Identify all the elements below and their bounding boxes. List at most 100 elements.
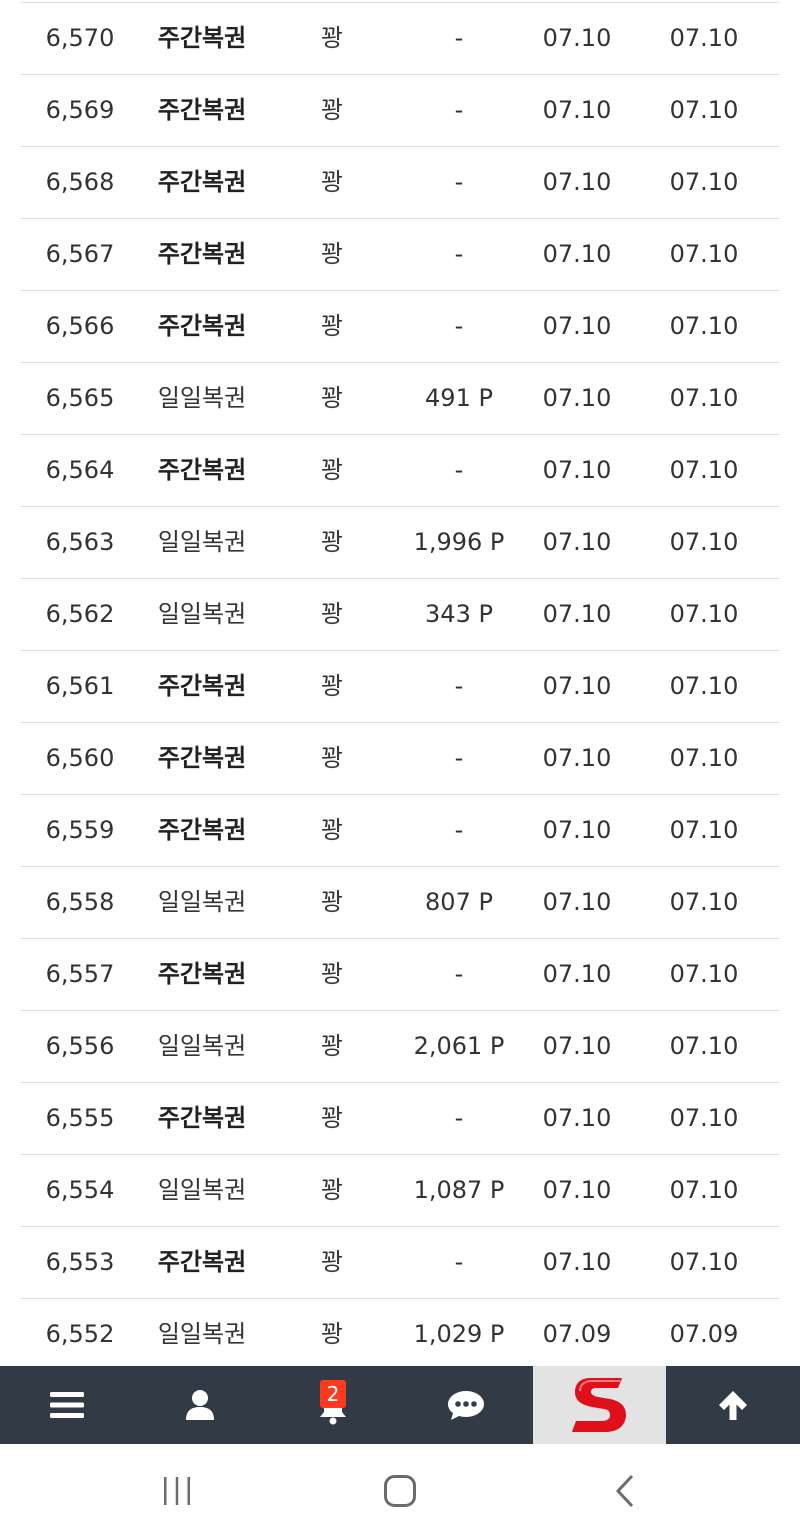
system-navigation-bar: [0, 1444, 800, 1538]
draw-date: 07.10: [669, 168, 739, 196]
scroll-to-top-button[interactable]: [666, 1366, 800, 1444]
lottery-type: 주간복권: [157, 168, 247, 196]
table-row: 6,553 주간복권 꽝 - 07.10 07.10: [20, 1227, 780, 1299]
draw-result: 꽝: [320, 1320, 344, 1348]
table-row: 6,562 일일복권 꽝 343 P 07.10 07.10: [20, 579, 780, 651]
lottery-type: 일일복권: [157, 1176, 247, 1204]
draw-result: 꽝: [320, 312, 344, 340]
draw-date: 07.10: [669, 1176, 739, 1204]
lottery-type: 주간복권: [157, 960, 247, 988]
lottery-type: 주간복권: [157, 240, 247, 268]
entry-number: 6,555: [45, 1104, 115, 1132]
lottery-type: 주간복권: [157, 672, 247, 700]
table-row: 6,558 일일복권 꽝 807 P 07.10 07.10: [20, 867, 780, 939]
table-row: 6,566 주간복권 꽝 - 07.10 07.10: [20, 291, 780, 363]
prize-points: 807 P: [425, 888, 493, 916]
draw-result: 꽝: [320, 384, 344, 412]
site-logo-button[interactable]: [533, 1366, 666, 1444]
prize-points: -: [454, 960, 464, 988]
table-row: 6,552 일일복권 꽝 1,029 P 07.09 07.09: [20, 1299, 780, 1371]
entry-date: 07.10: [542, 456, 612, 484]
draw-result: 꽝: [320, 744, 344, 772]
entry-number: 6,559: [45, 816, 115, 844]
prize-points: -: [454, 1248, 464, 1276]
entry-number: 6,556: [45, 1032, 115, 1060]
lottery-type: 주간복권: [157, 744, 247, 772]
entry-date: 07.10: [542, 312, 612, 340]
prize-points: -: [454, 24, 464, 52]
entry-date: 07.10: [542, 96, 612, 124]
lottery-type: 주간복권: [157, 1248, 247, 1276]
lottery-type: 주간복권: [157, 96, 247, 124]
draw-result: 꽝: [320, 600, 344, 628]
menu-button[interactable]: [0, 1366, 133, 1444]
prize-points: 491 P: [425, 384, 493, 412]
entry-date: 07.10: [542, 1032, 612, 1060]
table-row: 6,565 일일복권 꽝 491 P 07.10 07.10: [20, 363, 780, 435]
entry-date: 07.10: [542, 744, 612, 772]
draw-result: 꽝: [320, 1176, 344, 1204]
back-button[interactable]: [565, 1444, 685, 1538]
entry-date: 07.10: [542, 960, 612, 988]
table-row: 6,559 주간복권 꽝 - 07.10 07.10: [20, 795, 780, 867]
recent-apps-icon: [164, 1477, 190, 1505]
notifications-button[interactable]: 2: [266, 1366, 399, 1444]
entry-number: 6,563: [45, 528, 115, 556]
table-row: 6,560 주간복권 꽝 - 07.10 07.10: [20, 723, 780, 795]
draw-result: 꽝: [320, 1104, 344, 1132]
draw-date: 07.10: [669, 888, 739, 916]
table-row: 6,567 주간복권 꽝 - 07.10 07.10: [20, 219, 780, 291]
table-row: 6,568 주간복권 꽝 - 07.10 07.10: [20, 147, 780, 219]
draw-date: 07.10: [669, 528, 739, 556]
entry-number: 6,562: [45, 600, 115, 628]
entry-number: 6,569: [45, 96, 115, 124]
entry-date: 07.10: [542, 672, 612, 700]
draw-result: 꽝: [320, 168, 344, 196]
table-row: 6,555 주간복권 꽝 - 07.10 07.10: [20, 1083, 780, 1155]
lottery-type: 주간복권: [157, 24, 247, 52]
draw-result: 꽝: [320, 240, 344, 268]
prize-points: 1,087 P: [413, 1176, 505, 1204]
entry-number: 6,567: [45, 240, 115, 268]
lottery-type: 주간복권: [157, 1104, 247, 1132]
entry-number: 6,558: [45, 888, 115, 916]
draw-result: 꽝: [320, 528, 344, 556]
entry-date: 07.10: [542, 240, 612, 268]
prize-points: -: [454, 1104, 464, 1132]
home-button[interactable]: [340, 1444, 460, 1538]
chat-bubble-icon: [447, 1391, 484, 1420]
prize-points: -: [454, 744, 464, 772]
prize-points: 343 P: [425, 600, 493, 628]
table-row: 6,570 주간복권 꽝 - 07.10 07.10: [20, 3, 780, 75]
table-row: 6,554 일일복권 꽝 1,087 P 07.10 07.10: [20, 1155, 780, 1227]
draw-result: 꽝: [320, 816, 344, 844]
draw-date: 07.10: [669, 1248, 739, 1276]
draw-result: 꽝: [320, 672, 344, 700]
prize-points: -: [454, 816, 464, 844]
draw-result: 꽝: [320, 456, 344, 484]
profile-button[interactable]: [133, 1366, 266, 1444]
lottery-type: 일일복권: [157, 600, 247, 628]
draw-date: 07.10: [669, 744, 739, 772]
entry-date: 07.10: [542, 1176, 612, 1204]
draw-date: 07.10: [669, 24, 739, 52]
notification-badge: 2: [320, 1380, 346, 1408]
recent-apps-button[interactable]: [117, 1444, 237, 1538]
prize-points: 1,996 P: [413, 528, 505, 556]
hamburger-menu-icon: [49, 1392, 84, 1418]
lottery-type: 일일복권: [157, 1320, 247, 1348]
back-icon: [615, 1474, 634, 1508]
home-icon: [384, 1475, 416, 1507]
red-s-logo: [571, 1378, 626, 1432]
entry-date: 07.10: [542, 24, 612, 52]
entry-number: 6,570: [45, 24, 115, 52]
entry-number: 6,566: [45, 312, 115, 340]
table-row: 6,557 주간복권 꽝 - 07.10 07.10: [20, 939, 780, 1011]
table-row: 6,561 주간복권 꽝 - 07.10 07.10: [20, 651, 780, 723]
table-row: 6,556 일일복권 꽝 2,061 P 07.10 07.10: [20, 1011, 780, 1083]
entry-date: 07.10: [542, 816, 612, 844]
draw-result: 꽝: [320, 960, 344, 988]
entry-date: 07.10: [542, 888, 612, 916]
chat-button[interactable]: [399, 1366, 532, 1444]
entry-number: 6,557: [45, 960, 115, 988]
